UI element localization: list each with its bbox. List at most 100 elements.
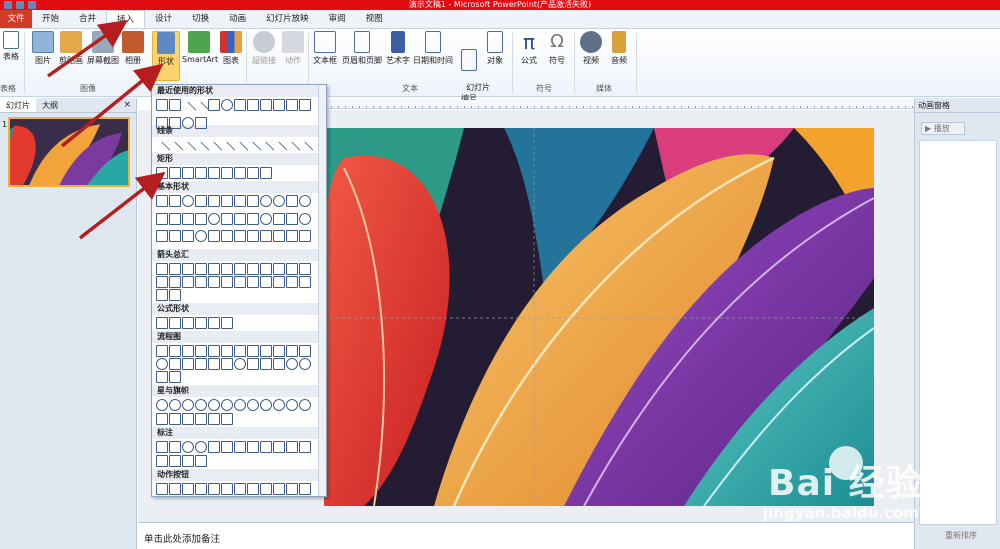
shape-item[interactable] bbox=[169, 371, 181, 383]
shape-item[interactable] bbox=[208, 399, 220, 411]
shape-item[interactable] bbox=[169, 230, 181, 243]
shape-item[interactable] bbox=[156, 195, 168, 207]
album-button[interactable]: 相册 bbox=[122, 31, 144, 66]
shape-item[interactable] bbox=[299, 276, 311, 288]
symbol-button[interactable]: Ω 符号 bbox=[544, 31, 570, 66]
shape-item[interactable] bbox=[195, 167, 207, 179]
shape-item[interactable] bbox=[273, 483, 285, 495]
shape-item[interactable] bbox=[286, 345, 298, 357]
shape-item[interactable] bbox=[299, 483, 311, 495]
shape-item[interactable] bbox=[286, 358, 298, 370]
shape-item[interactable] bbox=[182, 441, 194, 453]
shape-item[interactable] bbox=[286, 399, 298, 411]
shape-item[interactable] bbox=[234, 230, 246, 243]
shape-item[interactable] bbox=[286, 441, 298, 453]
shape-item[interactable] bbox=[169, 167, 181, 179]
tab-file[interactable]: 文件 bbox=[0, 10, 32, 28]
shape-item[interactable] bbox=[208, 263, 220, 275]
shape-item[interactable] bbox=[273, 212, 285, 225]
shape-item[interactable] bbox=[169, 263, 181, 275]
tab-transitions[interactable]: 切换 bbox=[182, 10, 219, 28]
shape-item[interactable] bbox=[299, 99, 311, 111]
tab-review[interactable]: 审阅 bbox=[319, 10, 356, 28]
shape-item[interactable] bbox=[208, 345, 220, 357]
reorder-button[interactable]: 重新排序 bbox=[945, 530, 977, 541]
shape-item[interactable] bbox=[182, 276, 194, 288]
equation-button[interactable]: π 公式 bbox=[516, 31, 542, 66]
shape-item[interactable] bbox=[260, 263, 272, 275]
tab-animations[interactable]: 动画 bbox=[219, 10, 256, 28]
shape-item[interactable] bbox=[156, 167, 168, 179]
shape-item[interactable] bbox=[156, 371, 168, 383]
shape-item[interactable] bbox=[299, 441, 311, 453]
shape-item[interactable] bbox=[182, 263, 194, 275]
shape-item[interactable] bbox=[286, 195, 298, 207]
close-icon[interactable]: × bbox=[123, 98, 136, 112]
shape-item[interactable] bbox=[169, 483, 181, 495]
shape-item[interactable] bbox=[182, 212, 194, 225]
chart-button[interactable]: 图表 bbox=[220, 31, 242, 66]
shape-item[interactable] bbox=[299, 230, 311, 243]
shape-item[interactable] bbox=[156, 399, 168, 411]
shape-item[interactable] bbox=[156, 454, 168, 467]
shape-item[interactable] bbox=[156, 358, 168, 370]
shape-item[interactable] bbox=[208, 483, 220, 495]
header-footer-button[interactable]: 页眉和页脚 bbox=[340, 31, 384, 66]
shape-item[interactable] bbox=[247, 345, 259, 357]
shape-item[interactable] bbox=[247, 167, 259, 179]
datetime-button[interactable]: 日期和时间 bbox=[412, 31, 454, 66]
shape-item[interactable] bbox=[195, 276, 207, 288]
shape-item[interactable] bbox=[286, 212, 298, 225]
shape-item[interactable] bbox=[182, 317, 194, 329]
shape-item[interactable] bbox=[260, 230, 272, 243]
shape-item[interactable] bbox=[260, 195, 272, 207]
shape-item[interactable] bbox=[169, 195, 181, 207]
shape-item[interactable] bbox=[208, 212, 220, 225]
screenshot-button[interactable]: 屏幕截图 bbox=[86, 31, 120, 66]
shape-item[interactable] bbox=[260, 167, 272, 179]
shape-item[interactable] bbox=[221, 263, 233, 275]
shape-item[interactable] bbox=[273, 276, 285, 288]
shape-item[interactable] bbox=[208, 167, 220, 179]
shape-item[interactable] bbox=[221, 99, 233, 111]
shape-item[interactable] bbox=[195, 230, 207, 243]
shape-item[interactable] bbox=[273, 99, 285, 111]
play-button[interactable]: ▶ 播放 bbox=[921, 122, 965, 135]
shape-item[interactable] bbox=[260, 441, 272, 453]
shapes-button[interactable]: 形状 bbox=[152, 31, 180, 81]
shape-item[interactable] bbox=[169, 317, 181, 329]
shape-item[interactable] bbox=[192, 101, 210, 119]
table-button[interactable]: 表格 bbox=[0, 31, 22, 62]
shape-item[interactable] bbox=[286, 263, 298, 275]
shape-item[interactable] bbox=[208, 99, 220, 111]
shape-item[interactable] bbox=[208, 317, 220, 329]
shape-item[interactable] bbox=[234, 212, 246, 225]
shape-item[interactable] bbox=[221, 195, 233, 207]
shape-item[interactable] bbox=[234, 263, 246, 275]
shape-item[interactable] bbox=[260, 276, 272, 288]
shape-item[interactable] bbox=[221, 441, 233, 453]
shape-item[interactable] bbox=[221, 167, 233, 179]
shape-item[interactable] bbox=[260, 399, 272, 411]
shape-item[interactable] bbox=[273, 441, 285, 453]
shape-item[interactable] bbox=[247, 276, 259, 288]
shape-item[interactable] bbox=[221, 483, 233, 495]
shape-item[interactable] bbox=[156, 99, 168, 111]
shape-item[interactable] bbox=[234, 358, 246, 370]
shape-item[interactable] bbox=[299, 399, 311, 411]
tab-outline[interactable]: 大纲 bbox=[36, 98, 64, 112]
shape-item[interactable] bbox=[156, 317, 168, 329]
shape-item[interactable] bbox=[208, 195, 220, 207]
shape-item[interactable] bbox=[195, 117, 207, 129]
tab-insert[interactable]: 插入 bbox=[106, 10, 146, 28]
shape-item[interactable] bbox=[195, 263, 207, 275]
shape-item[interactable] bbox=[273, 230, 285, 243]
shape-item[interactable] bbox=[221, 345, 233, 357]
shape-item[interactable] bbox=[182, 399, 194, 411]
shape-item[interactable] bbox=[221, 399, 233, 411]
tab-slideshow[interactable]: 幻灯片放映 bbox=[256, 10, 319, 28]
shape-item[interactable] bbox=[273, 358, 285, 370]
shape-item[interactable] bbox=[260, 212, 272, 225]
wordart-button[interactable]: 艺术字 bbox=[386, 31, 410, 66]
shape-item[interactable] bbox=[169, 441, 181, 453]
